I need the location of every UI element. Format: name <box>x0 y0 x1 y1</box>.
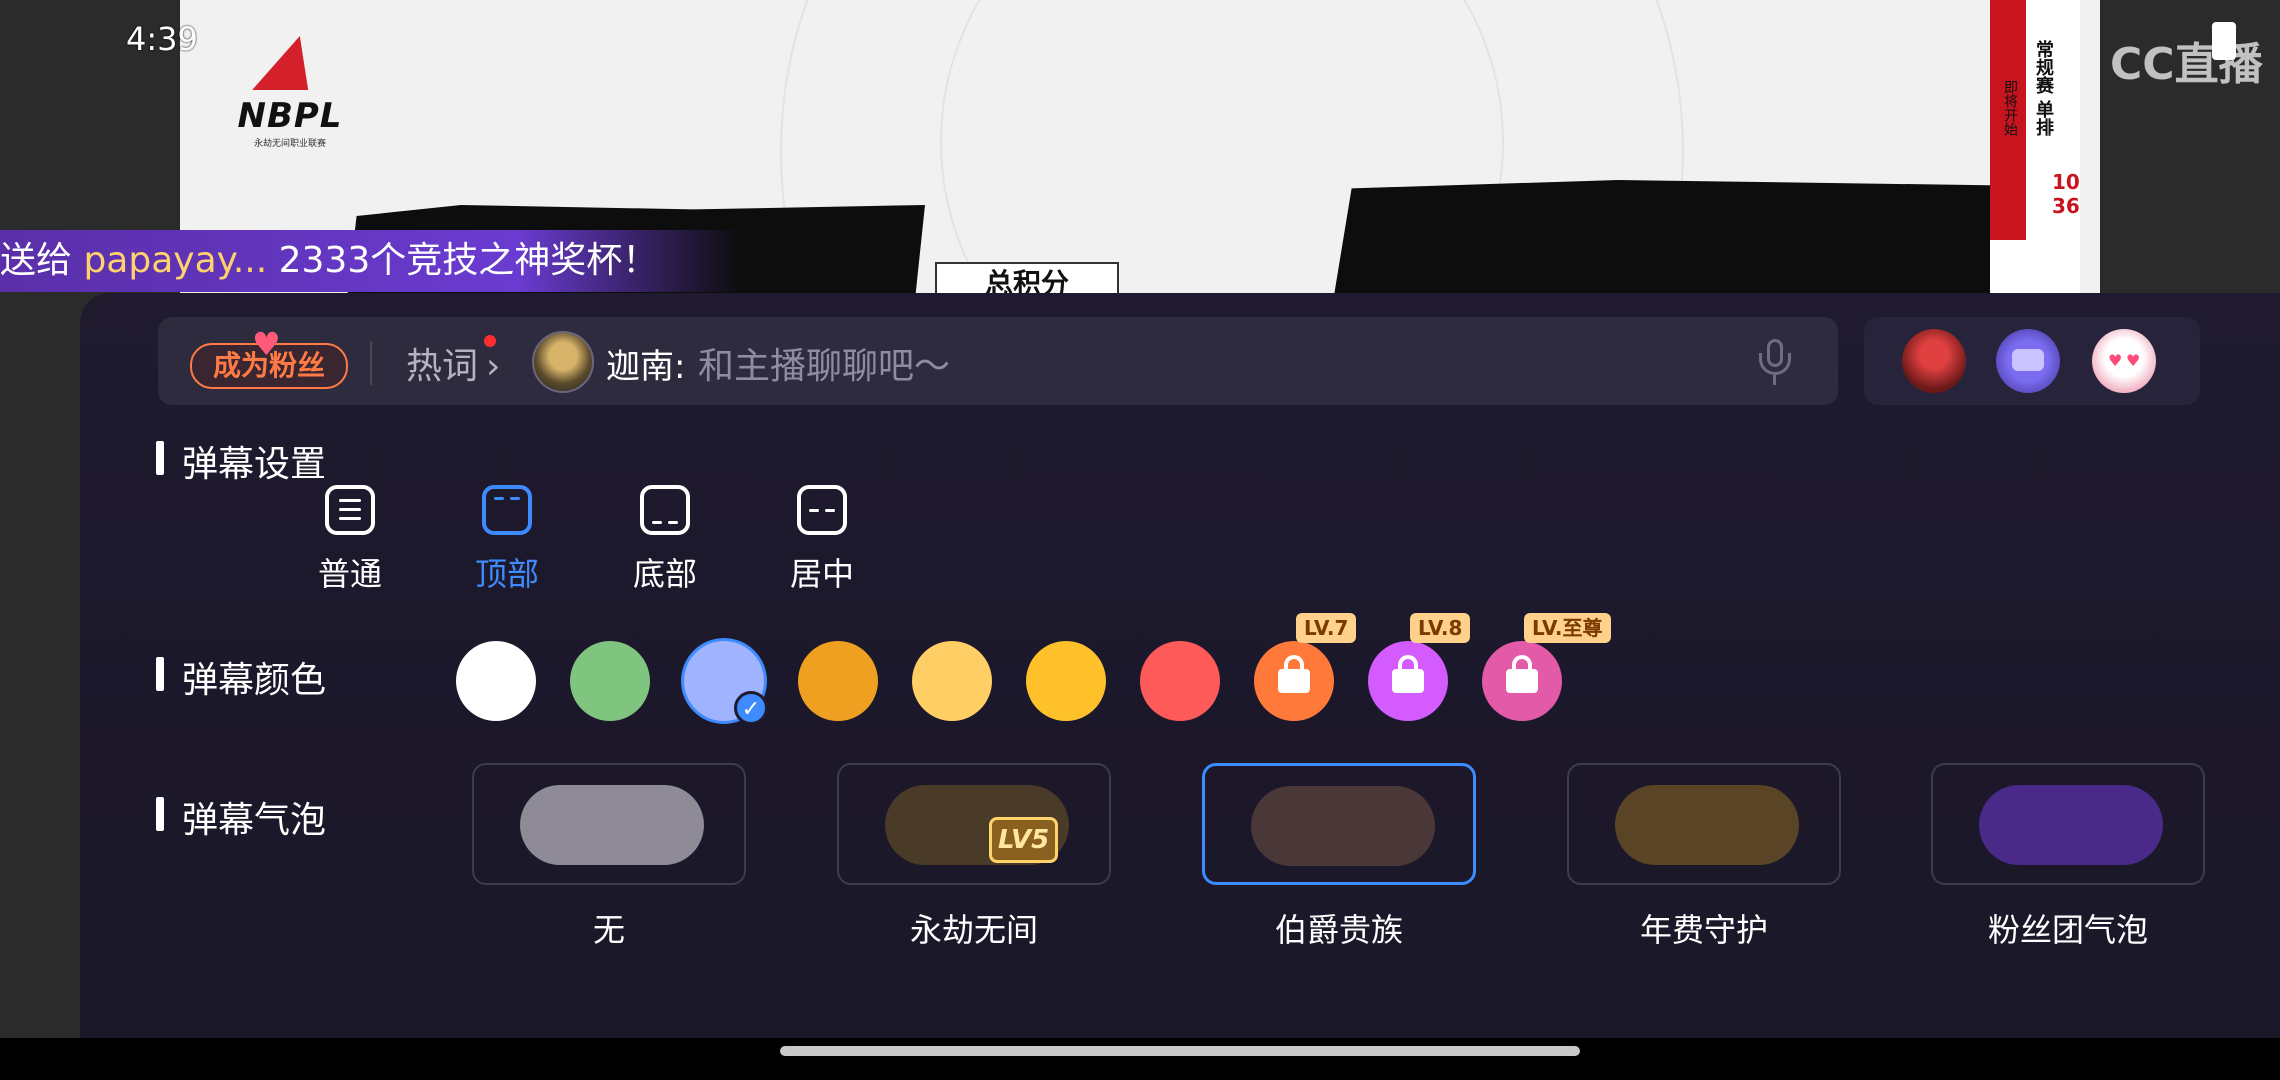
battery-icon <box>2212 22 2236 60</box>
notification-dot <box>484 335 496 347</box>
mode-label: 普通 <box>317 555 382 593</box>
ticker-username: papayay... <box>83 240 268 281</box>
navigation-bar <box>0 1038 2280 1080</box>
mode-normal[interactable]: 普通 <box>290 485 410 595</box>
heart-icon: ♥ <box>252 325 281 363</box>
color-swatch[interactable] <box>1140 641 1220 721</box>
mode-bottom-icon <box>640 485 690 535</box>
bubble-option[interactable] <box>1202 763 1476 885</box>
gift-ticker: 送给 papayay... 2333个竞技之神奖杯！ <box>0 230 740 292</box>
bubble-option-label: 伯爵贵族 <box>1274 911 1403 949</box>
mode-label: 居中 <box>789 555 854 593</box>
hotword-button[interactable]: 热词 › <box>406 335 501 389</box>
mic-cup <box>1759 353 1791 375</box>
mode-label: 顶部 <box>474 555 539 593</box>
mode-normal-icon <box>325 485 375 535</box>
section-title-mode: 弹幕设置 <box>155 435 326 487</box>
anchor-avatar-button[interactable] <box>1902 329 1966 393</box>
league-logo: NBPL 永劫无间职业联赛 <box>220 36 360 166</box>
status-time: 4:39 <box>126 20 198 58</box>
bubble-preview <box>1615 785 1799 865</box>
color-swatch-locked[interactable]: LV.至尊 <box>1482 613 1611 721</box>
bubble-option-label: 粉丝团气泡 <box>1987 911 2148 949</box>
emoji-icon[interactable] <box>2092 329 2156 393</box>
lock-icon <box>1278 655 1310 693</box>
quick-actions <box>1864 317 2200 405</box>
league-logo-subtext: 永劫无间职业联赛 <box>253 139 326 149</box>
color-swatch[interactable] <box>456 641 536 721</box>
brush-stroke <box>1330 180 2050 295</box>
chevron-right-icon: › <box>486 346 501 387</box>
banner-numbers: 10 36 <box>2052 170 2080 218</box>
user-avatar[interactable] <box>532 331 594 393</box>
match-banner: 即将开始 常规赛 单排 10 36 <box>1990 0 2080 295</box>
become-fan-button[interactable]: ♥ 成为粉丝 <box>190 325 348 389</box>
color-swatch[interactable] <box>1026 641 1106 721</box>
chat-input-bar: ♥ 成为粉丝 热词 › 迦南: 和主播聊聊吧～ <box>158 317 1838 405</box>
ticker-prefix: 送给 <box>0 240 84 281</box>
banner-title: 常规赛 单排 <box>2033 40 2054 137</box>
banner-status: 即将开始 <box>2002 80 2018 136</box>
section-title-bubble: 弹幕气泡 <box>155 791 326 843</box>
mode-top[interactable]: 顶部 <box>447 485 567 595</box>
microphone-icon[interactable] <box>1755 339 1795 387</box>
bubble-preview <box>1979 785 2163 865</box>
color-swatch[interactable] <box>798 641 878 721</box>
bubble-option[interactable] <box>472 763 746 885</box>
bubble-option-label: 永劫无间 <box>909 911 1038 949</box>
home-indicator[interactable] <box>780 1046 1580 1056</box>
mode-center[interactable]: 居中 <box>762 485 882 595</box>
color-swatch-locked[interactable]: LV.7 <box>1254 613 1357 721</box>
league-logo-mark <box>252 36 328 90</box>
section-title-color: 弹幕颜色 <box>155 651 326 703</box>
color-swatch[interactable] <box>570 641 650 721</box>
level-badge: LV5 <box>989 817 1059 863</box>
level-badge: LV.7 <box>1296 613 1357 643</box>
bubble-option-label: 无 <box>592 911 625 949</box>
platform-logo: CC直播 <box>2110 39 2263 90</box>
color-swatch-locked[interactable]: LV.8 <box>1368 613 1471 721</box>
bubble-option[interactable]: LV5 <box>837 763 1111 885</box>
bubble-preview <box>520 785 704 865</box>
danmaku-settings-panel: ♥ 成为粉丝 热词› 迦南: 和主播聊聊吧～ 弹幕设置 普通 <box>80 293 2280 1038</box>
chat-bubble-icon[interactable] <box>1996 329 2060 393</box>
bubble-preview <box>1251 786 1435 866</box>
mic-stem <box>1773 375 1776 385</box>
bubble-option-label: 年费守护 <box>1639 911 1768 949</box>
mode-label: 底部 <box>632 555 697 593</box>
left-gutter <box>0 293 80 1038</box>
chat-input[interactable]: 和主播聊聊吧～ <box>698 337 950 389</box>
check-icon: ✓ <box>734 691 768 725</box>
mode-bottom[interactable]: 底部 <box>605 485 725 595</box>
mode-top-icon <box>482 485 532 535</box>
mode-center-icon <box>797 485 847 535</box>
lock-icon <box>1506 655 1538 693</box>
level-badge: LV.至尊 <box>1524 613 1611 643</box>
league-logo-text: NBPL <box>237 96 343 136</box>
level-badge: LV.8 <box>1410 613 1471 643</box>
color-swatch[interactable] <box>912 641 992 721</box>
lock-icon <box>1392 655 1424 693</box>
user-name: 迦南: <box>606 347 686 387</box>
score-label: 总积分 <box>935 262 1119 295</box>
color-swatch[interactable]: ✓ <box>684 641 768 725</box>
ticker-message: 2333个竞技之神奖杯！ <box>267 240 659 281</box>
hotword-label: 热词 <box>406 346 479 387</box>
bubble-option[interactable] <box>1567 763 1841 885</box>
bubble-option[interactable] <box>1931 763 2205 885</box>
divider <box>370 341 372 385</box>
